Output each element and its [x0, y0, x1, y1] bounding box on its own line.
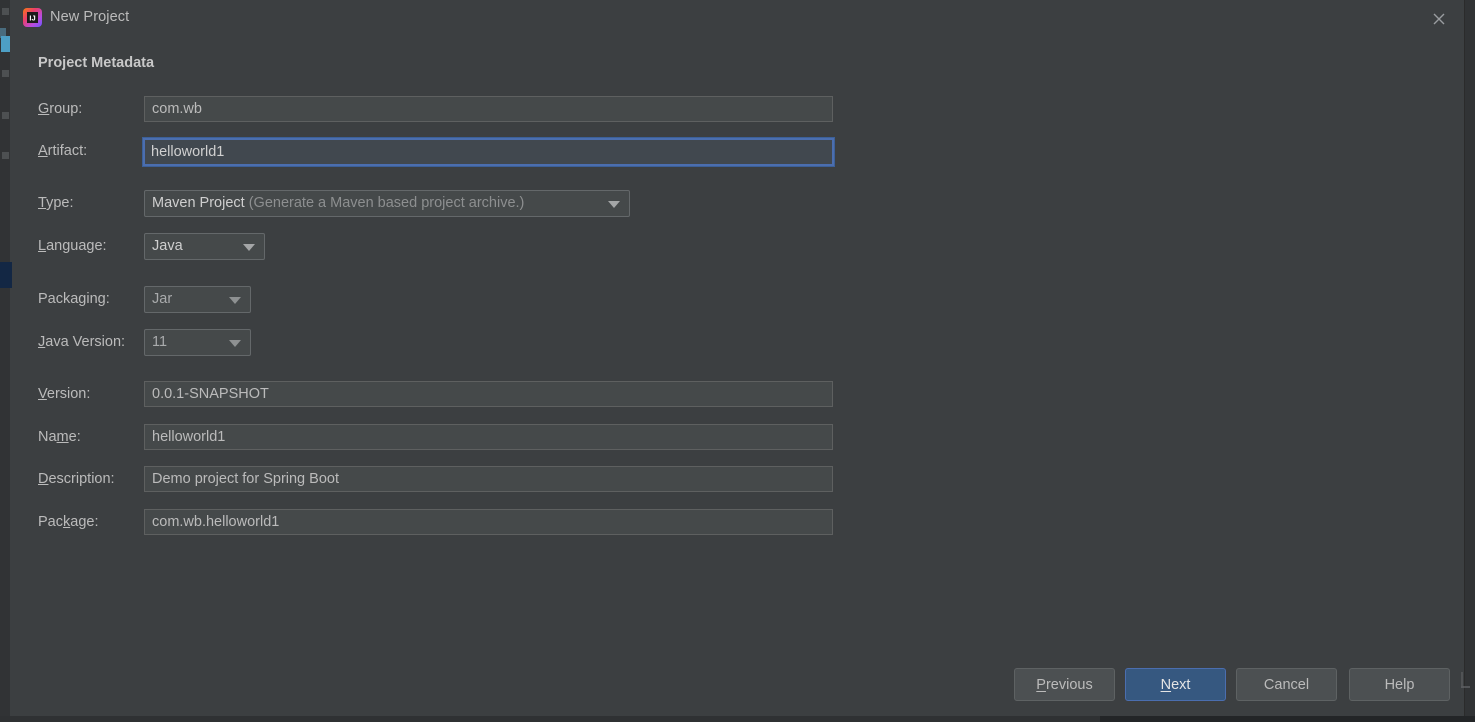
- label-group: Group:: [38, 101, 83, 117]
- language-combo-value: Java: [152, 238, 183, 254]
- dialog-button-bar: Previous Next Cancel Help: [18, 668, 1464, 702]
- background-toolbar-icon: [2, 70, 9, 77]
- background-selected-row: [0, 262, 12, 288]
- project-metadata-form: Group: Artifact: Type: Maven Project (Ge…: [18, 0, 1464, 716]
- chevron-down-icon: [243, 243, 255, 251]
- type-combo-value: Maven Project (Generate a Maven based pr…: [152, 195, 525, 211]
- new-project-dialog: IJ New Project Project Metadata Group: A…: [18, 0, 1470, 716]
- label-name: Name:: [38, 429, 81, 445]
- help-button[interactable]: Help: [1349, 668, 1450, 701]
- type-combo[interactable]: Maven Project (Generate a Maven based pr…: [144, 190, 630, 217]
- background-status-bar-dark: [1100, 716, 1475, 722]
- background-edge-marker: [1461, 672, 1463, 686]
- background-toolbar-icon: [2, 8, 9, 15]
- package-input[interactable]: [144, 509, 833, 535]
- label-language: Language:: [38, 238, 107, 254]
- name-input[interactable]: [144, 424, 833, 450]
- cancel-button[interactable]: Cancel: [1236, 668, 1337, 701]
- label-version: Version:: [38, 386, 91, 402]
- background-selected-tool-icon: [1, 36, 10, 52]
- label-java-version: Java Version:: [38, 334, 126, 350]
- background-ide-left-strip: [0, 0, 19, 722]
- label-description: Description:: [38, 471, 115, 487]
- description-input[interactable]: [144, 466, 833, 492]
- packaging-combo-value: Jar: [152, 291, 173, 307]
- screen: IJ New Project Project Metadata Group: A…: [0, 0, 1475, 722]
- artifact-input[interactable]: [143, 138, 834, 166]
- label-artifact: Artifact:: [38, 143, 88, 159]
- chevron-down-icon: [608, 200, 620, 208]
- next-button[interactable]: Next: [1125, 668, 1226, 701]
- chevron-down-icon: [229, 296, 241, 304]
- version-input[interactable]: [144, 381, 833, 407]
- group-input[interactable]: [144, 96, 833, 122]
- background-edge-marker: [1461, 686, 1470, 688]
- label-package: Package:: [38, 514, 99, 530]
- language-combo[interactable]: Java: [144, 233, 265, 260]
- chevron-down-icon: [229, 339, 241, 347]
- packaging-combo[interactable]: Jar: [144, 286, 251, 313]
- background-toolbar-icon: [2, 112, 9, 119]
- previous-button[interactable]: Previous: [1014, 668, 1115, 701]
- background-toolwindow-bar: [0, 0, 10, 722]
- background-ide-right-strip: [1464, 0, 1475, 722]
- label-type: Type:: [38, 195, 74, 211]
- background-toolbar-icon: [2, 152, 9, 159]
- label-packaging: Packaging:: [38, 291, 110, 307]
- java-version-combo[interactable]: 11: [144, 329, 251, 356]
- java-version-combo-value: 11: [152, 334, 168, 350]
